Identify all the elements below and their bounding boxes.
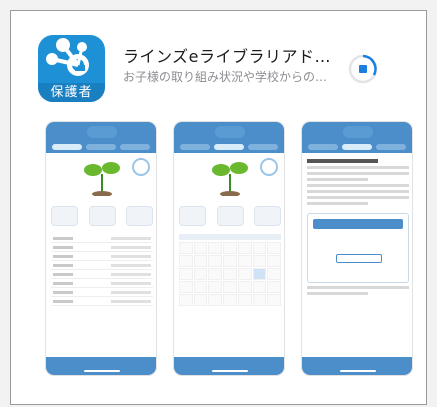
screenshot-3[interactable] <box>301 121 413 376</box>
icon-band-label: 保護者 <box>38 83 105 102</box>
calendar <box>179 234 281 306</box>
sprout-icon <box>84 162 120 196</box>
progress-ring <box>260 158 278 176</box>
screenshot-2[interactable] <box>173 121 285 376</box>
notice-document <box>307 156 409 298</box>
app-icon[interactable]: 保護者 <box>38 35 105 102</box>
sprout-icon <box>212 162 248 196</box>
app-title[interactable]: ラインズeライブラリアドバン… <box>123 43 333 67</box>
progress-ring <box>132 158 150 176</box>
download-progress-button[interactable] <box>347 53 379 85</box>
stop-icon <box>359 65 367 73</box>
app-header: 保護者 ラインズeライブラリアドバン… お子様の取り組み状況や学校からの連絡… <box>38 35 398 102</box>
molecule-icon <box>46 38 89 76</box>
app-subtitle: お子様の取り組み状況や学校からの連絡… <box>123 70 338 84</box>
screenshot-1[interactable] <box>45 121 157 376</box>
